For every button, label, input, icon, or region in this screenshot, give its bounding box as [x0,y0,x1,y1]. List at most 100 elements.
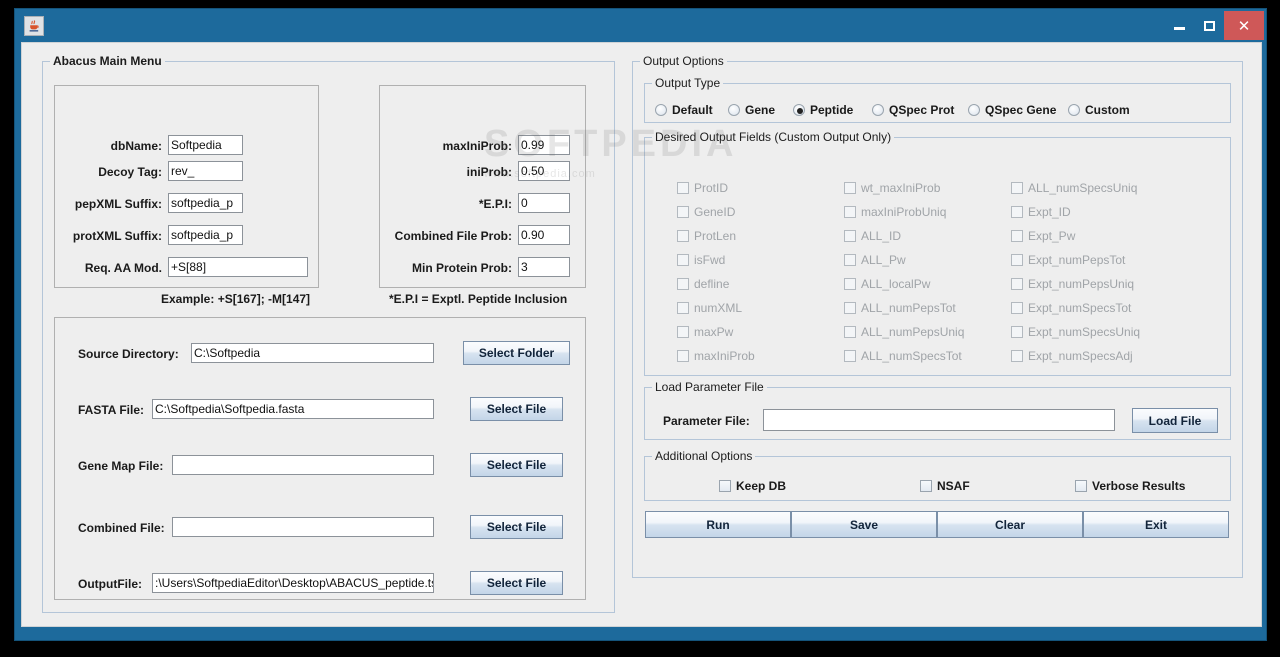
checkbox-numxml-label: numXML [694,301,743,315]
radio-circle-icon [728,104,740,116]
checkbox-all-id[interactable]: ALL_ID [844,228,901,244]
checkbox-maxiniprobuniq[interactable]: maxIniProbUniq [844,204,946,220]
checkbox-keep-db[interactable]: Keep DB [719,478,786,494]
dbname-input[interactable]: Softpedia [168,135,243,155]
checkbox-all-id-label: ALL_ID [861,229,902,243]
checkbox-expt-numspecstot[interactable]: Expt_numSpecsTot [1011,300,1131,316]
maximize-button[interactable] [1194,9,1224,42]
output-file-input[interactable]: :\Users\SoftpediaEditor\Desktop\ABACUS_p… [152,573,434,593]
checkbox-all-numspecsuniq-label: ALL_numSpecsUniq [1028,181,1138,195]
max-ini-prob-input[interactable]: 0.99 [518,135,570,155]
checkbox-icon [677,254,689,266]
decoy-tag-input[interactable]: rev_ [168,161,243,181]
checkbox-geneid-label: GeneID [694,205,736,219]
checkbox-icon [1011,278,1023,290]
radio-custom[interactable]: Custom [1068,102,1130,118]
checkbox-expt-numspecsadj[interactable]: Expt_numSpecsAdj [1011,348,1133,364]
checkbox-protid[interactable]: ProtID [677,180,728,196]
checkbox-defline[interactable]: defline [677,276,729,292]
checkbox-icon [677,206,689,218]
checkbox-icon [920,480,932,492]
output-file-label: OutputFile: [78,577,142,591]
desired-output-fields-group: Desired Output Fields (Custom Output Onl… [644,130,1231,376]
epi-input[interactable]: 0 [518,193,570,213]
checkbox-all-pw[interactable]: ALL_Pw [844,252,906,268]
run-button[interactable]: Run [645,511,791,538]
radio-qspec-gene-label: QSpec Gene [985,103,1057,117]
combined-select-file-button[interactable]: Select File [470,515,563,539]
checkbox-all-numpepstot[interactable]: ALL_numPepsTot [844,300,956,316]
checkbox-expt-numspecsadj-label: Expt_numSpecsAdj [1028,349,1133,363]
pepxml-suffix-label: pepXML Suffix: [74,197,162,211]
radio-gene[interactable]: Gene [728,102,775,118]
minimize-button[interactable] [1164,9,1194,42]
checkbox-numxml[interactable]: numXML [677,300,742,316]
checkbox-isfwd[interactable]: isFwd [677,252,725,268]
close-button[interactable]: ✕ [1224,11,1264,40]
checkbox-expt-numspecsuniq[interactable]: Expt_numSpecsUniq [1011,324,1140,340]
gene-map-file-label: Gene Map File: [78,459,164,473]
radio-qspec-prot[interactable]: QSpec Prot [872,102,954,118]
checkbox-expt-id[interactable]: Expt_ID [1011,204,1071,220]
fasta-file-input[interactable]: C:\Softpedia\Softpedia.fasta [152,399,434,419]
checkbox-verbose-results-label: Verbose Results [1092,479,1186,493]
checkbox-all-numpepsuniq[interactable]: ALL_numPepsUniq [844,324,964,340]
checkbox-all-numspecsuniq[interactable]: ALL_numSpecsUniq [1011,180,1137,196]
checkbox-all-localpw[interactable]: ALL_localPw [844,276,930,292]
checkbox-protlen[interactable]: ProtLen [677,228,736,244]
checkbox-geneid[interactable]: GeneID [677,204,735,220]
example-note: Example: +S[167]; -M[147] [161,292,311,306]
load-file-button[interactable]: Load File [1132,408,1218,433]
save-button[interactable]: Save [791,511,937,538]
checkbox-maxiniprob-label: maxIniProb [694,349,755,363]
clear-button[interactable]: Clear [937,511,1083,538]
checkbox-maxpw[interactable]: maxPw [677,324,733,340]
fasta-select-file-button[interactable]: Select File [470,397,563,421]
checkbox-expt-numpepstot[interactable]: Expt_numPepsTot [1011,252,1125,268]
checkbox-icon [1011,182,1023,194]
radio-default[interactable]: Default [655,102,713,118]
radio-gene-label: Gene [745,103,776,117]
epi-legend: *E.P.I = Exptl. Peptide Inclusion [389,292,568,306]
req-aa-mod-input[interactable]: +S[88] [168,257,308,277]
checkbox-expt-pw[interactable]: Expt_Pw [1011,228,1075,244]
protxml-suffix-input[interactable]: softpedia_p [168,225,243,245]
checkbox-icon [844,326,856,338]
checkbox-nsaf[interactable]: NSAF [920,478,970,494]
checkbox-expt-numpepsuniq[interactable]: Expt_numPepsUniq [1011,276,1134,292]
fasta-file-label: FASTA File: [78,403,144,417]
exit-button[interactable]: Exit [1083,511,1229,538]
checkbox-protid-label: ProtID [694,181,729,195]
checkbox-icon [844,182,856,194]
pepxml-suffix-input[interactable]: softpedia_p [168,193,243,213]
checkbox-wt-maxiniprob-label: wt_maxIniProb [861,181,941,195]
gene-map-file-input[interactable] [172,455,434,475]
checkbox-maxiniprobuniq-label: maxIniProbUniq [861,205,947,219]
decoy-tag-label: Decoy Tag: [98,165,162,179]
combined-file-prob-label: Combined File Prob: [394,229,512,243]
ini-prob-input[interactable]: 0.50 [518,161,570,181]
source-directory-input[interactable]: C:\Softpedia [191,343,434,363]
checkbox-icon [677,326,689,338]
checkbox-maxiniprob[interactable]: maxIniProb [677,348,755,364]
checkbox-icon [844,350,856,362]
max-ini-prob-label: maxIniProb: [442,139,512,153]
radio-peptide[interactable]: Peptide [793,102,853,118]
checkbox-expt-pw-label: Expt_Pw [1028,229,1076,243]
combined-file-input[interactable] [172,517,434,537]
application-window: ✕ Abacus Main Menu dbName: Softpedia Dec… [14,8,1267,641]
checkbox-icon [844,302,856,314]
radio-qspec-gene[interactable]: QSpec Gene [968,102,1056,118]
checkbox-wt-maxiniprob[interactable]: wt_maxIniProb [844,180,940,196]
output-select-file-button[interactable]: Select File [470,571,563,595]
checkbox-all-numspecstot[interactable]: ALL_numSpecsTot [844,348,962,364]
combined-file-prob-input[interactable]: 0.90 [518,225,570,245]
checkbox-icon [677,230,689,242]
select-folder-button[interactable]: Select Folder [463,341,570,365]
checkbox-maxpw-label: maxPw [694,325,734,339]
min-protein-prob-input[interactable]: 3 [518,257,570,277]
parameter-file-input[interactable] [763,409,1115,431]
gene-map-select-file-button[interactable]: Select File [470,453,563,477]
checkbox-verbose-results[interactable]: Verbose Results [1075,478,1185,494]
abacus-main-menu-title: Abacus Main Menu [50,54,165,68]
